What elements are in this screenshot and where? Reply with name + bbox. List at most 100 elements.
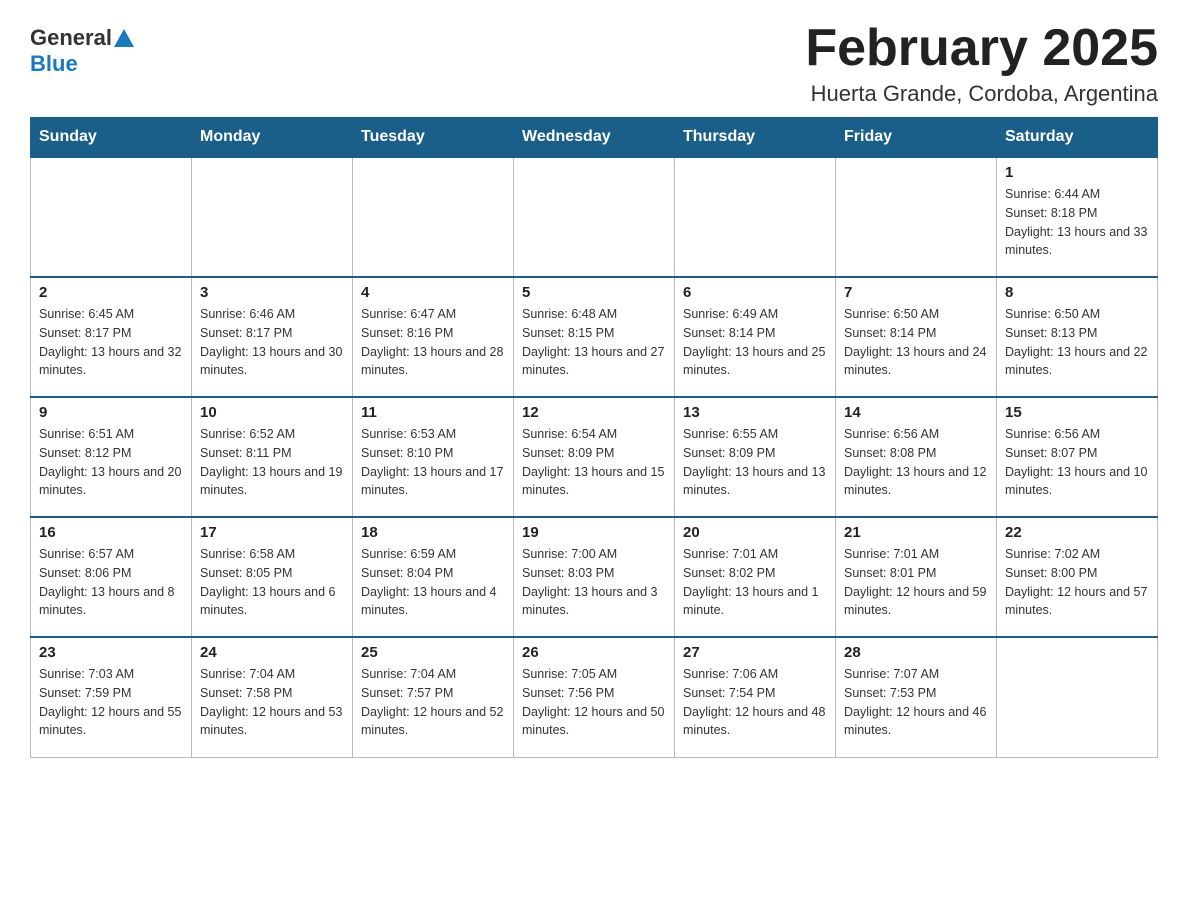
logo-general-text: General xyxy=(30,25,112,51)
table-cell xyxy=(353,157,514,277)
table-cell: 24 Sunrise: 7:04 AM Sunset: 7:58 PM Dayli… xyxy=(192,637,353,757)
table-cell: 16 Sunrise: 6:57 AM Sunset: 8:06 PM Dayli… xyxy=(31,517,192,637)
table-cell: 15 Sunrise: 6:56 AM Sunset: 8:07 PM Dayli… xyxy=(997,397,1158,517)
day-info: Sunrise: 6:55 AM Sunset: 8:09 PM Dayligh… xyxy=(683,425,827,500)
table-cell xyxy=(997,637,1158,757)
table-cell: 8 Sunrise: 6:50 AM Sunset: 8:13 PM Daylig… xyxy=(997,277,1158,397)
day-number: 21 xyxy=(844,524,988,541)
day-number: 27 xyxy=(683,644,827,661)
calendar-subtitle: Huerta Grande, Cordoba, Argentina xyxy=(805,81,1158,107)
day-number: 28 xyxy=(844,644,988,661)
day-info: Sunrise: 6:50 AM Sunset: 8:14 PM Dayligh… xyxy=(844,305,988,380)
table-cell: 12 Sunrise: 6:54 AM Sunset: 8:09 PM Dayli… xyxy=(514,397,675,517)
day-number: 11 xyxy=(361,404,505,421)
week-row-4: 16 Sunrise: 6:57 AM Sunset: 8:06 PM Dayli… xyxy=(31,517,1158,637)
table-cell: 26 Sunrise: 7:05 AM Sunset: 7:56 PM Dayli… xyxy=(514,637,675,757)
table-cell: 17 Sunrise: 6:58 AM Sunset: 8:05 PM Dayli… xyxy=(192,517,353,637)
day-number: 19 xyxy=(522,524,666,541)
day-number: 20 xyxy=(683,524,827,541)
day-info: Sunrise: 6:59 AM Sunset: 8:04 PM Dayligh… xyxy=(361,545,505,620)
title-section: February 2025 Huerta Grande, Cordoba, Ar… xyxy=(805,20,1158,107)
day-info: Sunrise: 7:03 AM Sunset: 7:59 PM Dayligh… xyxy=(39,665,183,740)
day-number: 18 xyxy=(361,524,505,541)
day-number: 12 xyxy=(522,404,666,421)
table-cell: 11 Sunrise: 6:53 AM Sunset: 8:10 PM Dayli… xyxy=(353,397,514,517)
week-row-1: 1 Sunrise: 6:44 AM Sunset: 8:18 PM Daylig… xyxy=(31,157,1158,277)
logo: General Blue xyxy=(30,20,136,77)
day-number: 2 xyxy=(39,284,183,301)
table-cell: 28 Sunrise: 7:07 AM Sunset: 7:53 PM Dayli… xyxy=(836,637,997,757)
day-number: 5 xyxy=(522,284,666,301)
table-cell: 20 Sunrise: 7:01 AM Sunset: 8:02 PM Dayli… xyxy=(675,517,836,637)
table-cell: 1 Sunrise: 6:44 AM Sunset: 8:18 PM Daylig… xyxy=(997,157,1158,277)
table-cell xyxy=(514,157,675,277)
day-info: Sunrise: 6:58 AM Sunset: 8:05 PM Dayligh… xyxy=(200,545,344,620)
table-cell: 25 Sunrise: 7:04 AM Sunset: 7:57 PM Dayli… xyxy=(353,637,514,757)
day-info: Sunrise: 7:01 AM Sunset: 8:02 PM Dayligh… xyxy=(683,545,827,620)
table-cell: 3 Sunrise: 6:46 AM Sunset: 8:17 PM Daylig… xyxy=(192,277,353,397)
day-info: Sunrise: 7:01 AM Sunset: 8:01 PM Dayligh… xyxy=(844,545,988,620)
table-cell: 21 Sunrise: 7:01 AM Sunset: 8:01 PM Dayli… xyxy=(836,517,997,637)
col-header-friday: Friday xyxy=(836,118,997,158)
table-cell xyxy=(192,157,353,277)
day-info: Sunrise: 6:52 AM Sunset: 8:11 PM Dayligh… xyxy=(200,425,344,500)
day-info: Sunrise: 6:45 AM Sunset: 8:17 PM Dayligh… xyxy=(39,305,183,380)
table-cell: 13 Sunrise: 6:55 AM Sunset: 8:09 PM Dayli… xyxy=(675,397,836,517)
table-cell: 14Sunrise: 6:56 AM Sunset: 8:08 PM Dayli… xyxy=(836,397,997,517)
day-number: 17 xyxy=(200,524,344,541)
table-cell: 4 Sunrise: 6:47 AM Sunset: 8:16 PM Daylig… xyxy=(353,277,514,397)
day-info: Sunrise: 6:44 AM Sunset: 8:18 PM Dayligh… xyxy=(1005,185,1149,260)
day-number: 7 xyxy=(844,284,988,301)
table-cell xyxy=(675,157,836,277)
day-info: Sunrise: 6:54 AM Sunset: 8:09 PM Dayligh… xyxy=(522,425,666,500)
day-info: Sunrise: 6:46 AM Sunset: 8:17 PM Dayligh… xyxy=(200,305,344,380)
day-info: Sunrise: 7:04 AM Sunset: 7:57 PM Dayligh… xyxy=(361,665,505,740)
table-cell: 18 Sunrise: 6:59 AM Sunset: 8:04 PM Dayli… xyxy=(353,517,514,637)
day-number: 24 xyxy=(200,644,344,661)
table-cell: 6Sunrise: 6:49 AM Sunset: 8:14 PM Daylig… xyxy=(675,277,836,397)
day-info: Sunrise: 7:00 AM Sunset: 8:03 PM Dayligh… xyxy=(522,545,666,620)
day-info: Sunrise: 6:51 AM Sunset: 8:12 PM Dayligh… xyxy=(39,425,183,500)
calendar-title: February 2025 xyxy=(805,20,1158,77)
day-number: 1 xyxy=(1005,164,1149,181)
day-info: Sunrise: 6:48 AM Sunset: 8:15 PM Dayligh… xyxy=(522,305,666,380)
col-header-saturday: Saturday xyxy=(997,118,1158,158)
day-info: Sunrise: 7:06 AM Sunset: 7:54 PM Dayligh… xyxy=(683,665,827,740)
logo-triangle-icon xyxy=(114,29,134,47)
calendar-header-row: Sunday Monday Tuesday Wednesday Thursday… xyxy=(31,118,1158,158)
day-number: 16 xyxy=(39,524,183,541)
day-info: Sunrise: 7:05 AM Sunset: 7:56 PM Dayligh… xyxy=(522,665,666,740)
day-info: Sunrise: 6:53 AM Sunset: 8:10 PM Dayligh… xyxy=(361,425,505,500)
day-info: Sunrise: 6:47 AM Sunset: 8:16 PM Dayligh… xyxy=(361,305,505,380)
week-row-3: 9Sunrise: 6:51 AM Sunset: 8:12 PM Daylig… xyxy=(31,397,1158,517)
day-info: Sunrise: 6:50 AM Sunset: 8:13 PM Dayligh… xyxy=(1005,305,1149,380)
day-info: Sunrise: 6:56 AM Sunset: 8:08 PM Dayligh… xyxy=(844,425,988,500)
col-header-wednesday: Wednesday xyxy=(514,118,675,158)
table-cell xyxy=(31,157,192,277)
table-cell: 5 Sunrise: 6:48 AM Sunset: 8:15 PM Daylig… xyxy=(514,277,675,397)
day-info: Sunrise: 6:56 AM Sunset: 8:07 PM Dayligh… xyxy=(1005,425,1149,500)
col-header-tuesday: Tuesday xyxy=(353,118,514,158)
day-number: 4 xyxy=(361,284,505,301)
day-number: 23 xyxy=(39,644,183,661)
day-number: 8 xyxy=(1005,284,1149,301)
day-info: Sunrise: 6:57 AM Sunset: 8:06 PM Dayligh… xyxy=(39,545,183,620)
day-number: 22 xyxy=(1005,524,1149,541)
day-number: 26 xyxy=(522,644,666,661)
day-number: 3 xyxy=(200,284,344,301)
day-number: 15 xyxy=(1005,404,1149,421)
day-number: 25 xyxy=(361,644,505,661)
week-row-2: 2 Sunrise: 6:45 AM Sunset: 8:17 PM Daylig… xyxy=(31,277,1158,397)
col-header-sunday: Sunday xyxy=(31,118,192,158)
calendar-table: Sunday Monday Tuesday Wednesday Thursday… xyxy=(30,117,1158,758)
table-cell: 9Sunrise: 6:51 AM Sunset: 8:12 PM Daylig… xyxy=(31,397,192,517)
day-number: 10 xyxy=(200,404,344,421)
day-info: Sunrise: 7:04 AM Sunset: 7:58 PM Dayligh… xyxy=(200,665,344,740)
week-row-5: 23 Sunrise: 7:03 AM Sunset: 7:59 PM Dayli… xyxy=(31,637,1158,757)
col-header-monday: Monday xyxy=(192,118,353,158)
day-number: 13 xyxy=(683,404,827,421)
day-info: Sunrise: 7:07 AM Sunset: 7:53 PM Dayligh… xyxy=(844,665,988,740)
table-cell: 10 Sunrise: 6:52 AM Sunset: 8:11 PM Dayli… xyxy=(192,397,353,517)
table-cell xyxy=(836,157,997,277)
logo-blue-text: Blue xyxy=(30,51,78,76)
